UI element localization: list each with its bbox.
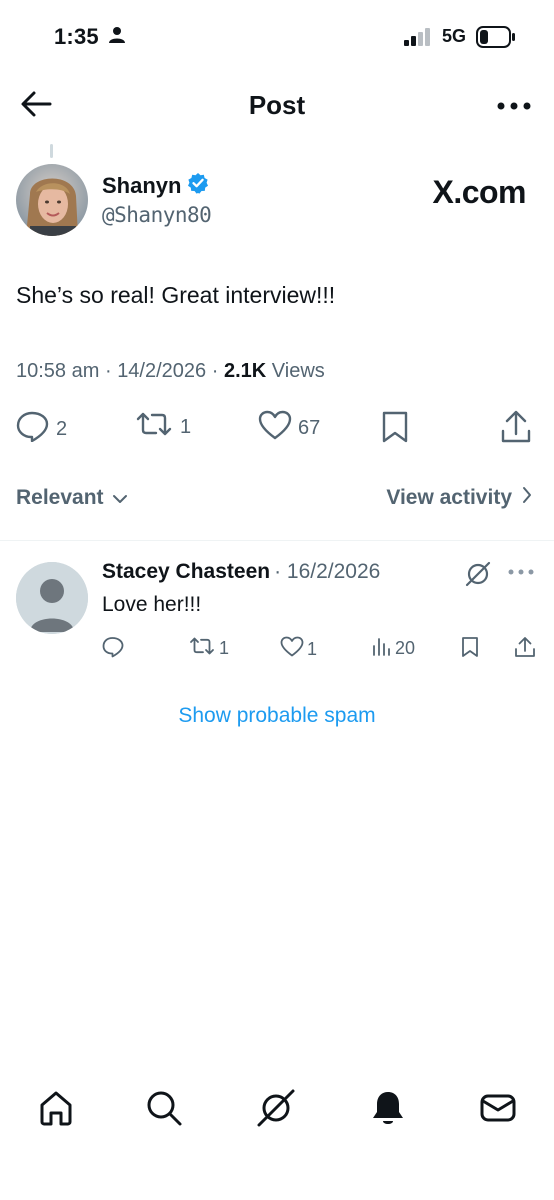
views-icon: [372, 636, 392, 661]
messages-icon: [478, 1088, 518, 1133]
nav-search[interactable]: [142, 1088, 186, 1132]
heart-icon: [258, 410, 292, 446]
post-date: 14/2/2026: [117, 360, 207, 382]
reply-date: · 16/2/2026: [274, 560, 381, 583]
reply-more-icon[interactable]: [508, 562, 534, 580]
reply-repost-button[interactable]: 1: [188, 636, 229, 661]
notifications-icon: [368, 1088, 408, 1133]
post-actions: 2 1 67: [16, 410, 538, 450]
more-icon: [497, 97, 531, 115]
views-label: Views: [271, 360, 325, 382]
repost-icon: [134, 410, 174, 444]
repost-button[interactable]: 1: [134, 410, 191, 444]
reply-like-button[interactable]: 1: [280, 636, 317, 662]
meta-separator: ·: [104, 360, 112, 382]
search-icon: [144, 1088, 184, 1133]
chevron-right-icon: [522, 486, 532, 510]
post-time: 10:58 am: [16, 360, 100, 382]
views-count[interactable]: 2.1K: [224, 360, 266, 382]
reply-repost-count: 1: [219, 638, 230, 658]
reply-share-button[interactable]: [514, 636, 536, 663]
thread-line: [50, 144, 53, 158]
status-bar: 1:35 5G: [0, 0, 554, 76]
status-time: 1:35: [54, 24, 99, 49]
bookmark-icon: [380, 410, 410, 450]
like-count: 67: [298, 416, 321, 439]
reply-filter-bar: Relevant View activity: [0, 478, 554, 518]
author-avatar[interactable]: [16, 164, 88, 236]
nav-notifications[interactable]: [366, 1088, 410, 1132]
like-button[interactable]: 67: [258, 410, 320, 446]
network-label: 5G: [442, 26, 467, 46]
reply-avatar[interactable]: [16, 562, 88, 634]
author-name[interactable]: Shanyn: [102, 173, 181, 199]
battery-icon: [476, 26, 516, 53]
share-button[interactable]: [500, 410, 532, 450]
post-meta: 10:58 am · 14/2/2026 · 2.1K Views: [16, 360, 325, 383]
person-icon: [108, 26, 126, 49]
nav-home[interactable]: [34, 1088, 78, 1132]
reply-actions: 1 1 20: [102, 636, 538, 660]
nav-grok[interactable]: [254, 1088, 298, 1132]
reply-views-count: 20: [395, 638, 416, 658]
reply-count: 2: [56, 417, 68, 440]
grok-icon[interactable]: [464, 561, 492, 592]
reply-text: Love her!!!: [102, 593, 202, 616]
reply-bookmark-button[interactable]: [460, 636, 480, 663]
heart-icon: [280, 636, 304, 662]
reply-icon: [102, 636, 124, 663]
share-icon: [514, 636, 536, 663]
home-icon: [36, 1088, 76, 1133]
bookmark-icon: [460, 636, 480, 663]
grok-icon: [254, 1086, 298, 1135]
reply-views-button[interactable]: 20: [372, 636, 415, 661]
view-activity-link[interactable]: View activity: [386, 486, 532, 510]
view-activity-label: View activity: [386, 486, 512, 509]
divider: [0, 540, 554, 541]
show-probable-spam-link[interactable]: Show probable spam: [0, 704, 554, 728]
sort-dropdown[interactable]: Relevant: [16, 486, 128, 510]
bottom-nav: [0, 1080, 554, 1140]
reply-author-name[interactable]: Stacey Chasteen: [102, 560, 270, 584]
reply-icon: [16, 410, 50, 448]
repost-count: 1: [180, 415, 192, 438]
post-text: She’s so real! Great interview!!!: [16, 282, 336, 308]
reply-like-count: 1: [307, 638, 318, 659]
share-icon: [500, 410, 532, 450]
author-name-row[interactable]: Shanyn: [102, 172, 209, 199]
reply-header: Stacey Chasteen · 16/2/2026: [102, 560, 380, 584]
reply-button[interactable]: 2: [16, 410, 67, 448]
meta-separator: ·: [211, 360, 219, 382]
signal-icon: [404, 28, 434, 51]
repost-icon: [188, 636, 216, 661]
bookmark-button[interactable]: [380, 410, 410, 450]
author-handle[interactable]: @Shanyn80: [102, 203, 212, 227]
more-button[interactable]: [492, 88, 536, 124]
sort-label: Relevant: [16, 486, 104, 509]
header: Post: [0, 76, 554, 136]
nav-messages[interactable]: [476, 1088, 520, 1132]
x-brand-logo: X.com: [432, 174, 526, 210]
reply-reply-button[interactable]: [102, 636, 124, 663]
page-title: Post: [248, 90, 306, 120]
verified-badge-icon: [187, 172, 209, 199]
chevron-down-icon: [112, 486, 128, 510]
